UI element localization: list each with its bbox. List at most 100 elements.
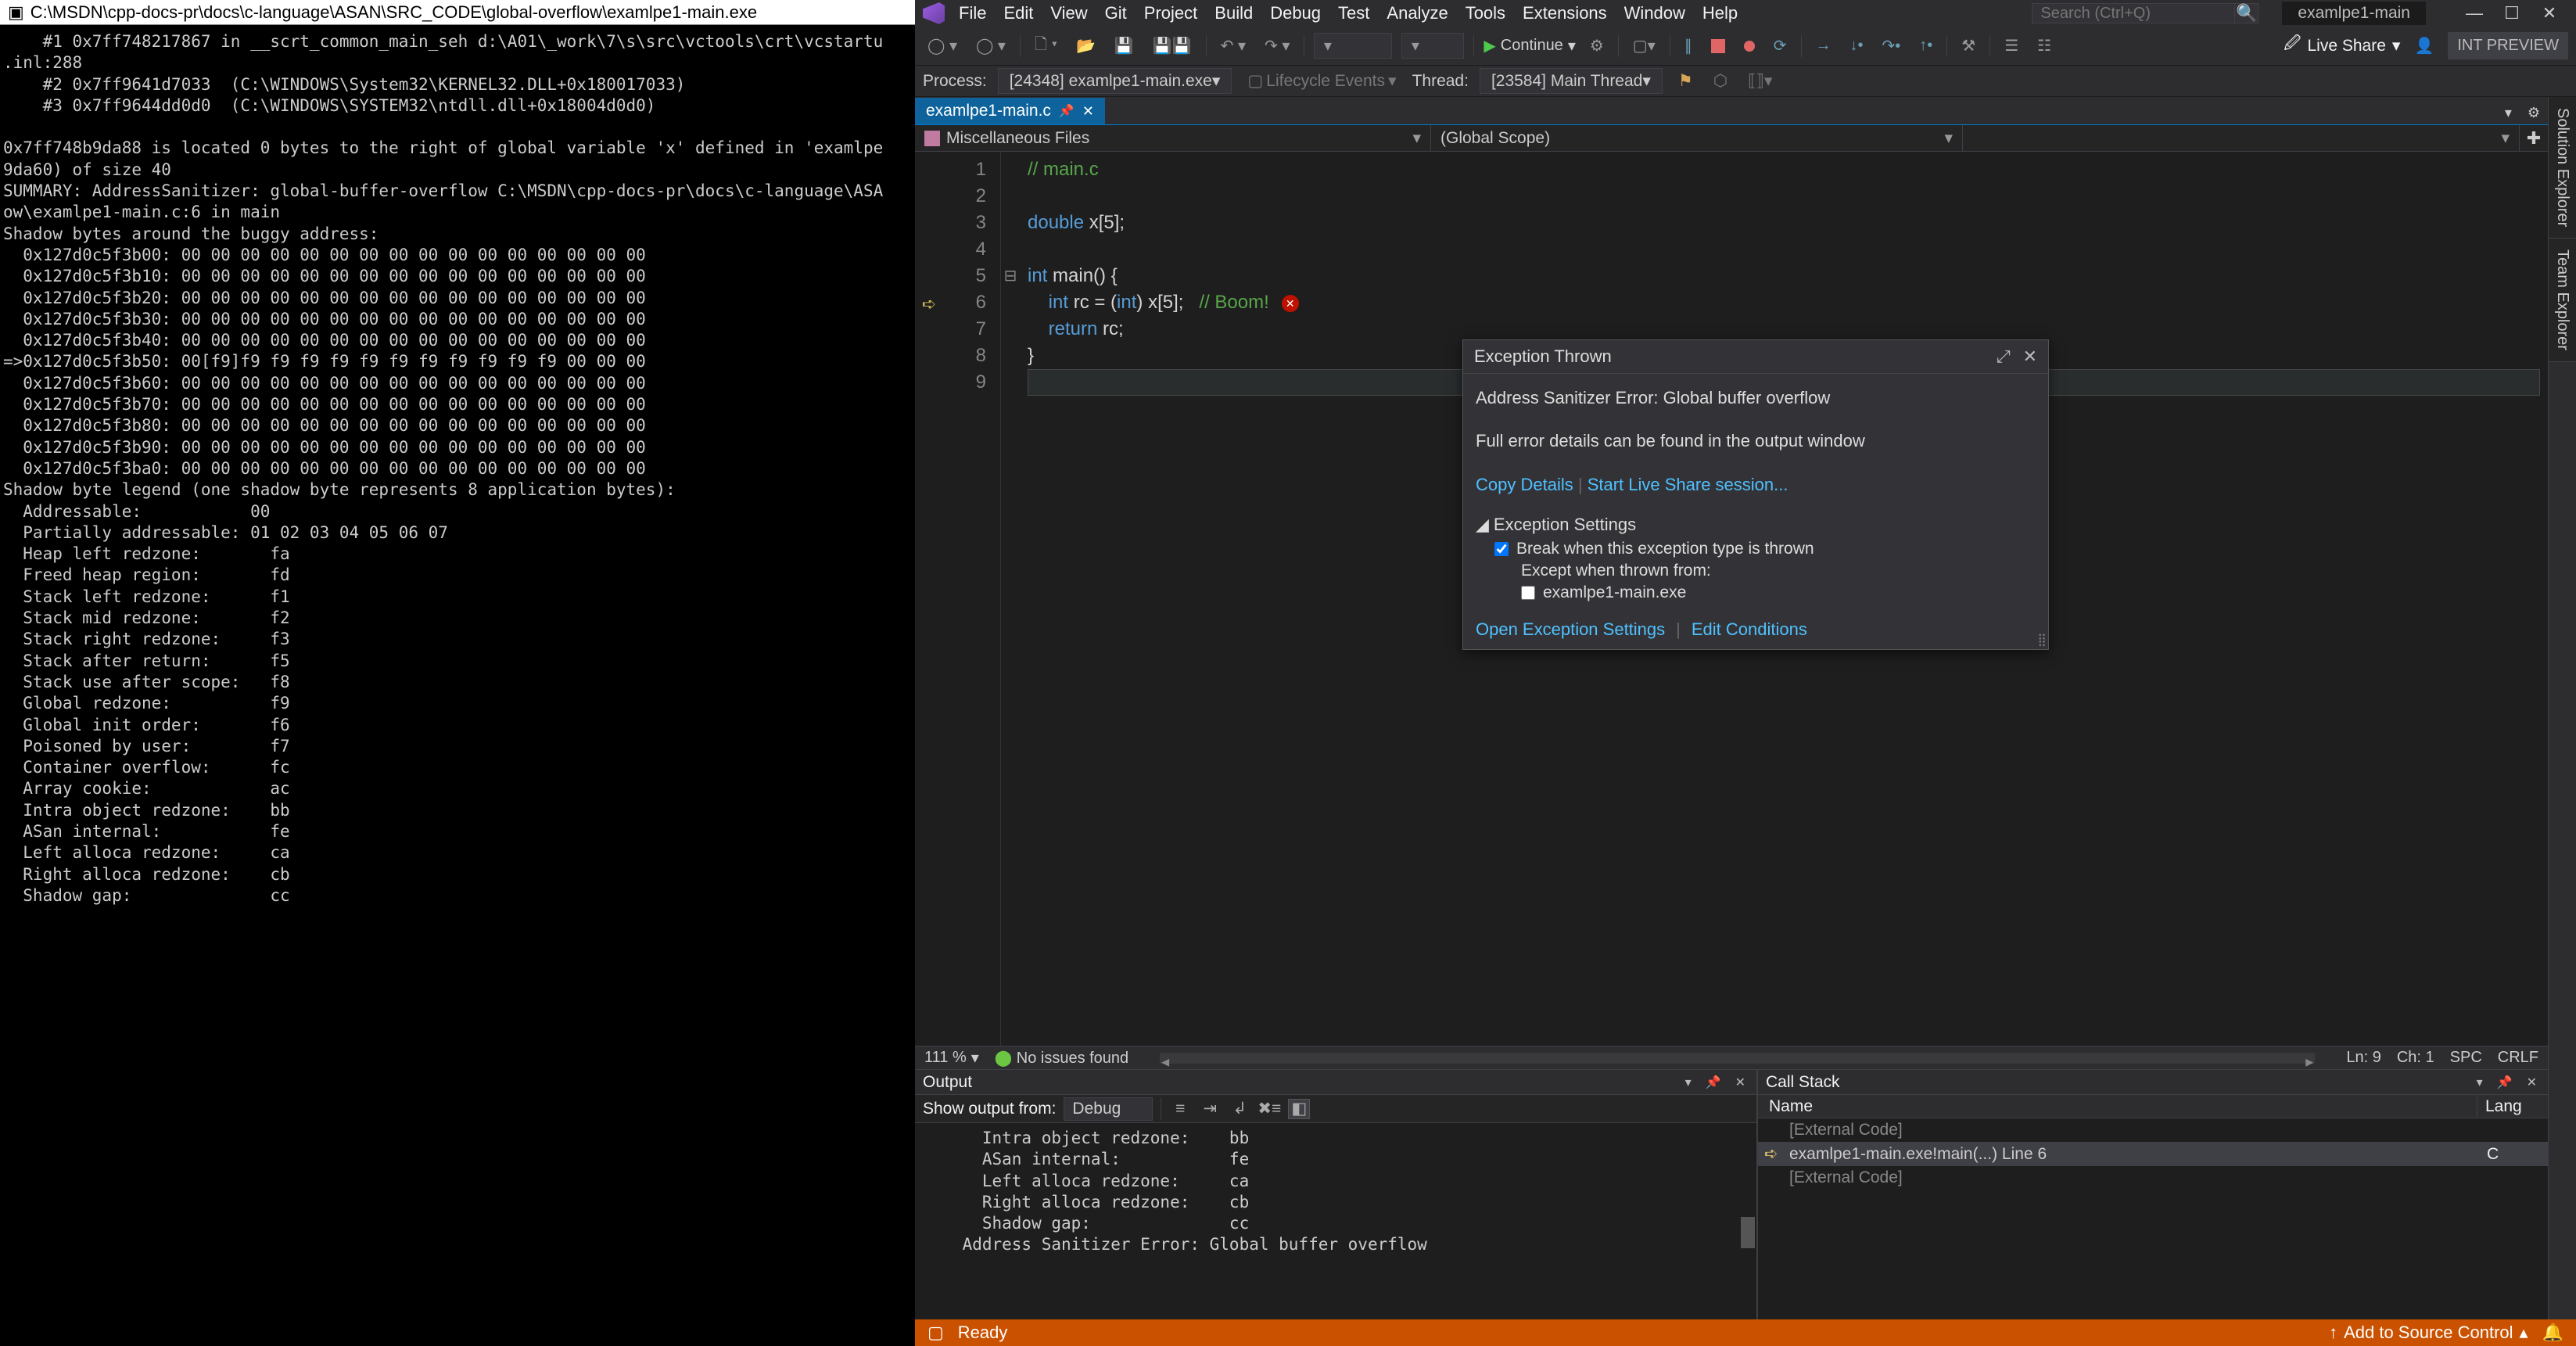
restart-icon[interactable]	[1739, 38, 1760, 54]
close-icon[interactable]: ✕	[2531, 2, 2568, 25]
maximize-icon[interactable]: ☐	[2493, 2, 2531, 25]
nav-fwd-icon[interactable]: ◯ ▾	[971, 34, 1010, 58]
undo-icon[interactable]: ↶ ▾	[1216, 34, 1250, 58]
nav-add-icon[interactable]: ✚	[2520, 128, 2548, 149]
new-project-icon[interactable]: 🗋 ▾	[1030, 31, 1062, 62]
output-dropdown-icon[interactable]: ▾	[1682, 1073, 1695, 1092]
stop-icon[interactable]	[1706, 37, 1730, 56]
horiz-scrollbar[interactable]: ◂▸	[1160, 1053, 2315, 1064]
col-lang-header[interactable]: Lang	[2477, 1095, 2548, 1118]
notifications-icon[interactable]: 🔔	[2542, 1323, 2563, 1343]
menu-view[interactable]: View	[1050, 3, 1087, 23]
minimize-icon[interactable]: —	[2456, 2, 2493, 25]
popup-close-icon[interactable]: ✕	[2023, 346, 2037, 367]
output-source-combo[interactable]: Debug	[1064, 1097, 1153, 1121]
cs-dropdown-icon[interactable]: ▾	[2474, 1073, 2486, 1092]
platform-dropdown[interactable]: ▾	[1401, 33, 1464, 59]
tab-dropdown-icon[interactable]: ▾	[2497, 102, 2520, 124]
hot-reload-icon[interactable]: ⚙	[1585, 34, 1609, 58]
output-toggle-icon[interactable]: ◧	[1288, 1099, 1310, 1119]
output-wordwrap-icon[interactable]: ↲	[1229, 1099, 1250, 1119]
menu-extensions[interactable]: Extensions	[1523, 3, 1607, 23]
config-dropdown[interactable]: ▾	[1314, 33, 1392, 59]
callstack-body[interactable]: [External Code] ➪ examlpe1-main.exe!main…	[1758, 1118, 2548, 1319]
menu-file[interactable]: File	[959, 3, 986, 23]
output-close-icon[interactable]: ✕	[1732, 1073, 1749, 1092]
callstack-row[interactable]: [External Code]	[1758, 1166, 2548, 1190]
add-to-source-control[interactable]: ↑Add to Source Control▴	[2329, 1323, 2528, 1343]
threads-icon[interactable]: ☷	[2032, 34, 2056, 58]
refresh-icon[interactable]: ⟳	[1769, 34, 1792, 58]
live-share-button[interactable]: 🖉 Live Share ▾	[2284, 32, 2400, 59]
col-indicator[interactable]: Ch: 1	[2397, 1049, 2434, 1067]
vs-titlebar[interactable]: File Edit View Git Project Build Debug T…	[915, 0, 2576, 27]
menu-edit[interactable]: Edit	[1003, 3, 1033, 23]
flag-icon[interactable]: ⚑	[1674, 69, 1698, 93]
zoom-level[interactable]: 111 % ▾	[924, 1048, 979, 1068]
fold-column[interactable]: ⊟	[1001, 152, 1020, 1046]
nav-scope[interactable]: (Global Scope)▾	[1431, 125, 1963, 151]
search-icon[interactable]: 🔍	[2235, 3, 2258, 23]
menu-window[interactable]: Window	[1624, 3, 1685, 23]
nav-project[interactable]: Miscellaneous Files▾	[915, 125, 1431, 151]
menu-test[interactable]: Test	[1338, 3, 1369, 23]
thread-combo[interactable]: [23584] Main Thread▾	[1480, 68, 1663, 94]
save-all-icon[interactable]: 💾💾	[1148, 34, 1197, 58]
tab-settings-icon[interactable]: ⚙	[2520, 102, 2548, 124]
step-over-icon[interactable]: ↷•	[1878, 34, 1906, 58]
copy-details-link[interactable]: Copy Details	[1476, 475, 1573, 494]
console-titlebar[interactable]: ▣ C:\MSDN\cpp-docs-pr\docs\c-language\AS…	[0, 0, 915, 25]
process-combo[interactable]: [24348] examlpe1-main.exe▾	[998, 68, 1232, 94]
resize-grip-icon[interactable]: ⣿	[2037, 632, 2047, 648]
open-exc-settings-link[interactable]: Open Exception Settings	[1476, 619, 1665, 640]
save-icon[interactable]: 💾	[1110, 34, 1139, 58]
solution-explorer-tab[interactable]: Solution Explorer	[2549, 97, 2576, 239]
app-icon[interactable]: ▢▾	[1628, 34, 1660, 58]
console-output[interactable]: #1 0x7ff748217867 in __scrt_common_main_…	[0, 25, 915, 1346]
open-icon[interactable]: 📂	[1071, 34, 1100, 58]
cs-close-icon[interactable]: ✕	[2524, 1073, 2540, 1092]
output-indent-icon[interactable]: ⇥	[1199, 1099, 1221, 1119]
step-into-icon[interactable]: ↓•	[1846, 34, 1868, 57]
spaces-indicator[interactable]: SPC	[2450, 1049, 2482, 1067]
line-indicator[interactable]: Ln: 9	[2346, 1049, 2380, 1067]
file-tab-active[interactable]: examlpe1-main.c 📌 ✕	[915, 98, 1105, 124]
memory-icon[interactable]: ☰	[2000, 34, 2023, 58]
cs-pin-icon[interactable]: 📌	[2494, 1073, 2516, 1092]
callstack-header[interactable]: Call Stack ▾ 📌 ✕	[1758, 1070, 2548, 1095]
collapse-icon[interactable]: ◢	[1476, 515, 1489, 535]
output-clear-icon[interactable]: ✖≡	[1258, 1099, 1280, 1119]
lifecycle-events[interactable]: ▢ Lifecycle Events ▾	[1243, 69, 1401, 93]
menu-analyze[interactable]: Analyze	[1387, 3, 1448, 23]
callstack-row[interactable]: [External Code]	[1758, 1118, 2548, 1142]
except-item-checkbox[interactable]	[1521, 586, 1535, 600]
output-pin-icon[interactable]: 📌	[1702, 1073, 1724, 1092]
stack-icon[interactable]: ⬡	[1709, 69, 1732, 93]
nav-member[interactable]: ▾	[1963, 125, 2520, 151]
menu-build[interactable]: Build	[1214, 3, 1253, 23]
lineend-indicator[interactable]: CRLF	[2498, 1049, 2538, 1067]
output-scrollbar[interactable]	[1741, 1217, 1755, 1248]
pin-icon[interactable]: 📌	[1059, 103, 1075, 119]
edit-conditions-link[interactable]: Edit Conditions	[1692, 619, 1807, 640]
output-header[interactable]: Output ▾ 📌 ✕	[915, 1070, 1756, 1095]
tab-close-icon[interactable]: ✕	[1082, 103, 1094, 120]
code-editor[interactable]: ➪ 123456789 ⊟ // main.c double x[5]; int…	[915, 152, 2548, 1046]
exception-settings-header[interactable]: ◢Exception Settings	[1476, 515, 2036, 535]
output-lines-icon[interactable]: ≡	[1169, 1099, 1191, 1119]
exception-titlebar[interactable]: Exception Thrown ⤢ ✕	[1463, 340, 2048, 374]
output-body[interactable]: Intra object redzone: bb ASan internal: …	[915, 1123, 1756, 1319]
status-debug-icon[interactable]: ▢	[927, 1323, 944, 1343]
nav-back-icon[interactable]: ◯ ▾	[923, 34, 962, 58]
callstack-columns[interactable]: Name Lang	[1758, 1095, 2548, 1118]
team-explorer-tab[interactable]: Team Explorer	[2549, 239, 2576, 362]
frame-icon[interactable]: ⟦⟧▾	[1743, 69, 1777, 93]
menu-help[interactable]: Help	[1702, 3, 1738, 23]
menu-git[interactable]: Git	[1105, 3, 1127, 23]
col-name-header[interactable]: Name	[1758, 1095, 2477, 1118]
break-checkbox[interactable]	[1494, 542, 1509, 556]
menu-debug[interactable]: Debug	[1270, 3, 1321, 23]
continue-button[interactable]: ▶Continue ▾	[1484, 36, 1576, 56]
step-out-icon[interactable]: ↑•	[1914, 34, 1937, 57]
tools-icon[interactable]: ⚒	[1957, 34, 1980, 58]
